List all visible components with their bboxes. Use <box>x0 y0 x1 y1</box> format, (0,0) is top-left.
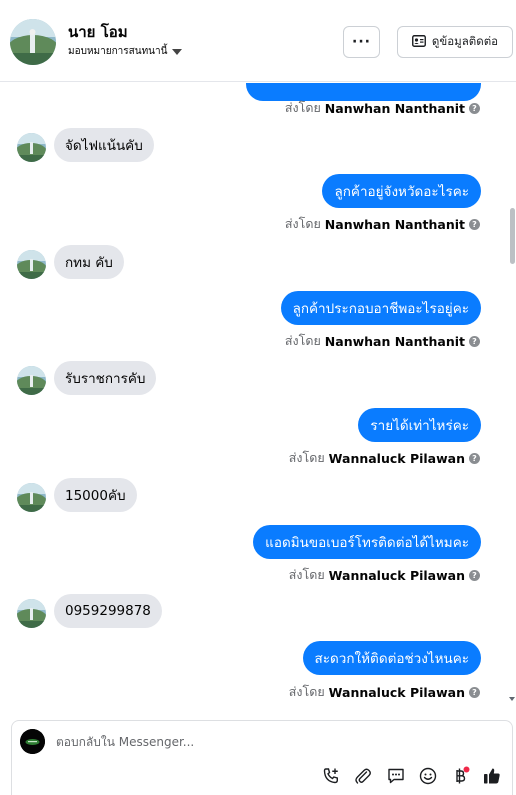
message-bubble-incoming: รับราชการคับ <box>54 361 157 395</box>
help-icon[interactable]: ? <box>469 452 480 464</box>
contact-avatar-small[interactable] <box>17 250 46 279</box>
sent-by-label: ส่งโดย Nanwhan Nanthanit? <box>285 331 480 351</box>
contact-card-icon <box>411 34 426 50</box>
thumbs-up-icon[interactable] <box>481 765 503 787</box>
page-avatar <box>20 729 45 754</box>
help-icon[interactable]: ? <box>469 569 480 581</box>
sender-name: Wannaluck Pilawan <box>328 567 465 583</box>
sent-by-label: ส่งโดย Wannaluck Pilawan? <box>289 448 480 468</box>
message-bubble-incoming: 0959299878 <box>54 594 162 628</box>
message-bubble-outgoing: ลูกค้าอยู่จังหวัดอะไรคะ <box>322 174 481 208</box>
sender-name: Nanwhan Nanthanit <box>324 333 465 349</box>
emoji-icon[interactable] <box>417 765 439 787</box>
baht-icon[interactable] <box>449 765 471 787</box>
sender-name: Nanwhan Nanthanit <box>324 100 465 116</box>
message-thread: ส่งโดย Nanwhan Nanthanit? จัดไฟแน้นคับ ลู… <box>0 83 508 707</box>
contact-avatar-small[interactable] <box>17 599 46 628</box>
contact-avatar-small[interactable] <box>17 366 46 395</box>
scroll-down-arrow-icon[interactable] <box>509 697 515 701</box>
assign-conversation-label: มอบหมายการสนทนานี้ <box>68 46 168 57</box>
call-add-icon[interactable] <box>320 765 342 787</box>
sent-by-label: ส่งโดย Wannaluck Pilawan? <box>289 565 480 585</box>
contact-avatar-small[interactable] <box>17 483 46 512</box>
message-bubble-outgoing: ลูกค้าประกอบอาชีพอะไรอยู่คะ <box>280 291 481 325</box>
view-contact-label: ดูข้อมูลติดต่อ <box>431 34 499 48</box>
help-icon[interactable]: ? <box>469 218 480 230</box>
contact-avatar[interactable] <box>10 19 56 65</box>
help-icon[interactable]: ? <box>469 102 480 114</box>
sent-by-label: ส่งโดย Wannaluck Pilawan? <box>289 682 480 702</box>
sender-name: Wannaluck Pilawan <box>328 684 465 700</box>
reply-composer <box>11 720 513 795</box>
conversation-header: นาย โอม มอบหมายการสนทนานี้ ··· ดูข้อมูลต… <box>0 0 516 82</box>
contact-avatar-small[interactable] <box>17 133 46 162</box>
assign-conversation-dropdown[interactable]: มอบหมายการสนทนานี้ <box>68 44 183 59</box>
saved-reply-icon[interactable] <box>385 765 407 787</box>
message-bubble-incoming: กทม คับ <box>54 245 124 279</box>
sent-by-label: ส่งโดย Nanwhan Nanthanit? <box>285 214 480 234</box>
scrollbar-thumb[interactable] <box>510 208 515 264</box>
paperclip-icon[interactable] <box>352 765 374 787</box>
view-contact-button[interactable]: ดูข้อมูลติดต่อ <box>397 26 513 58</box>
message-bubble-incoming: จัดไฟแน้นคับ <box>54 128 154 162</box>
sender-name: Wannaluck Pilawan <box>328 450 465 466</box>
message-bubble-outgoing: สะดวกให้ติดต่อช่วงไหนคะ <box>302 641 481 675</box>
help-icon[interactable]: ? <box>469 335 480 347</box>
message-bubble-outgoing: รายได้เท่าไหร่คะ <box>358 408 481 442</box>
message-bubble-outgoing: แอดมินขอเบอร์โทรติดต่อได้ไหมคะ <box>253 525 481 559</box>
message-scrollbar[interactable] <box>508 83 516 707</box>
sender-name: Nanwhan Nanthanit <box>324 216 465 232</box>
more-options-button[interactable]: ··· <box>343 26 380 58</box>
more-icon: ··· <box>352 34 371 50</box>
message-bubble-incoming: 15000คับ <box>54 478 137 512</box>
help-icon[interactable]: ? <box>469 686 480 698</box>
reply-input[interactable] <box>56 735 496 749</box>
sent-by-label: ส่งโดย Nanwhan Nanthanit? <box>285 98 480 118</box>
caret-down-icon <box>172 48 183 55</box>
contact-name: นาย โอม <box>68 23 128 41</box>
